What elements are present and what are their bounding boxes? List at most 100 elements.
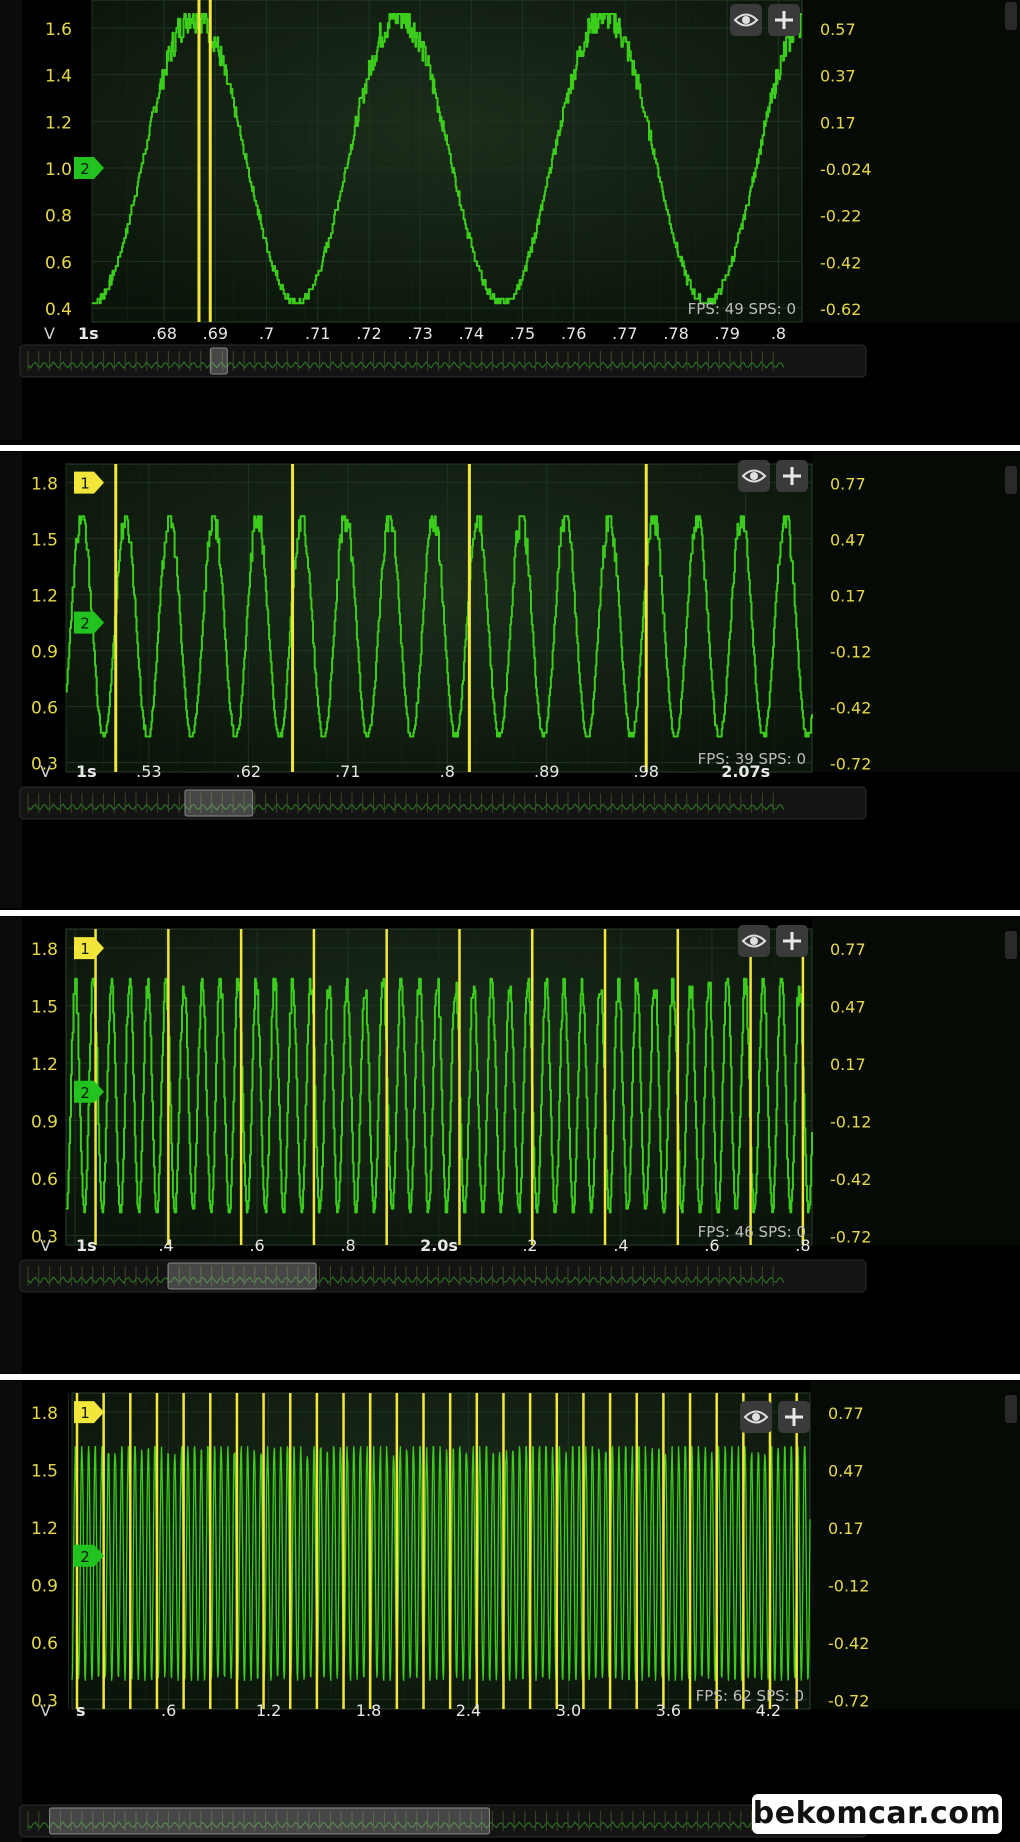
- y2-tick-label: 0.17: [830, 1055, 866, 1074]
- y2-tick-label: -0.12: [830, 1113, 871, 1132]
- y2-tick-label: -0.42: [820, 253, 861, 272]
- y-tick-label: 1.0: [45, 160, 72, 180]
- y-tick-label: 1.4: [45, 67, 72, 87]
- y-tick-label: 0.6: [31, 699, 58, 719]
- y2-tick-label: -0.42: [828, 1634, 869, 1653]
- x-tick-label: 1.8: [356, 1701, 381, 1720]
- y-tick-label: 1.2: [31, 1519, 58, 1539]
- y2-tick-label: -0.72: [828, 1691, 869, 1710]
- scope-chart-3[interactable]: 0.30.60.91.21.51.8-0.72-0.42-0.120.170.4…: [0, 917, 1020, 1377]
- x-tick-label: .98: [633, 762, 658, 781]
- overview-scrollbar[interactable]: [19, 344, 867, 378]
- unit-label: V: [40, 1701, 51, 1720]
- y2-tick-label: -0.42: [830, 1170, 871, 1189]
- x-tick-label: 1s: [78, 324, 99, 343]
- frame-left: [0, 1381, 22, 1842]
- scrollbar-thumb[interactable]: [184, 789, 254, 817]
- scope-chart-4[interactable]: 0.30.60.91.21.51.8-0.72-0.42-0.120.170.4…: [0, 1381, 1020, 1842]
- marker-label: 1: [80, 1404, 90, 1422]
- separator: [0, 445, 1020, 451]
- view-button[interactable]: [738, 460, 770, 492]
- scope-chart-2[interactable]: 0.30.60.91.21.51.8-0.72-0.42-0.120.170.4…: [0, 452, 1020, 908]
- scope-panel-2: 0.3 0.6 0.9 1.2 1.5 1.8 -0.72 -0.42 -0.12 0.17 0.4…: [0, 452, 1020, 908]
- y-tick-label: 1.2: [31, 1055, 58, 1075]
- scrollbar-thumb[interactable]: [167, 1262, 317, 1290]
- add-button[interactable]: [778, 1401, 810, 1433]
- marker-label: 2: [80, 1084, 90, 1102]
- view-button[interactable]: [730, 4, 762, 36]
- x-tick-label: 2.0s: [420, 1236, 458, 1255]
- overview-scrollbar[interactable]: [19, 786, 867, 820]
- x-tick-label: 2.4: [456, 1701, 481, 1720]
- frame-left: [0, 917, 22, 1377]
- grid: [66, 929, 812, 1245]
- frame-right: [812, 917, 1020, 1245]
- x-tick-label: .89: [534, 762, 559, 781]
- y-tick-label: 1.8: [31, 1404, 58, 1424]
- y-tick-label: 1.8: [31, 475, 58, 495]
- y-tick-label: 0.8: [45, 207, 72, 227]
- x-tick-label: .69: [203, 324, 228, 343]
- x-tick-label: .68: [151, 324, 176, 343]
- overview-scrollbar[interactable]: [19, 1259, 867, 1293]
- y-tick-label: 1.5: [31, 531, 58, 551]
- side-tab[interactable]: [1005, 2, 1017, 30]
- x-tick-label: .6: [161, 1701, 176, 1720]
- x-tick-label: 1s: [76, 1236, 97, 1255]
- scope-chart-1[interactable]: 0.4 0.6 0.8 1.0 1.2 1.4 1.6 -0.62 -0.42 -0.22 -0.0…: [0, 0, 1020, 440]
- scope-panel-4: 0.3 0.6 0.9 1.2 1.5 1.8 -0.72 -0.42 -0.12 0.17 0.4…: [0, 1381, 1020, 1842]
- eye-pupil: [750, 472, 758, 480]
- y2-tick-label: 0.47: [828, 1462, 864, 1481]
- y-tick-label: 0.9: [31, 1113, 58, 1133]
- x-tick-label: 1.2: [256, 1701, 281, 1720]
- y2-tick-label: -0.024: [820, 160, 872, 179]
- scrollbar-thumb[interactable]: [49, 1807, 491, 1835]
- y-tick-label: 1.8: [31, 940, 58, 960]
- y-tick-label: 0.6: [31, 1170, 58, 1190]
- x-tick-label: .2: [522, 1236, 537, 1255]
- view-button[interactable]: [738, 925, 770, 957]
- add-button[interactable]: [768, 4, 800, 36]
- overview-scrollbar[interactable]: [19, 1804, 867, 1838]
- y-tick-label: 1.2: [31, 587, 58, 607]
- x-tick-label: .8: [771, 324, 786, 343]
- x-tick-label: .53: [136, 762, 161, 781]
- y2-tick-label: -0.42: [830, 699, 871, 718]
- separator: [0, 1374, 1020, 1380]
- x-tick-label: .6: [249, 1236, 264, 1255]
- x-tick-label: 3.0: [556, 1701, 581, 1720]
- side-tab[interactable]: [1005, 466, 1017, 494]
- y-tick-label: 0.9: [31, 1577, 58, 1597]
- y-tick-label: 1.5: [31, 1462, 58, 1482]
- y2-tick-label: 0.77: [830, 940, 866, 959]
- y2-tick-label: 0.47: [830, 531, 866, 550]
- scrollbar-thumb[interactable]: [209, 347, 228, 375]
- side-tab[interactable]: [1005, 931, 1017, 959]
- x-tick-label: .8: [440, 762, 455, 781]
- y-tick-label: 1.6: [45, 20, 72, 40]
- y2-tick-label: 0.77: [830, 475, 866, 494]
- frame-left: [0, 452, 22, 908]
- x-tick-label: .4: [158, 1236, 173, 1255]
- x-tick-label: .76: [561, 324, 586, 343]
- unit-label: V: [40, 1236, 51, 1255]
- x-tick-label: .71: [335, 762, 360, 781]
- add-button[interactable]: [776, 925, 808, 957]
- scope-panel-1: 0.4 0.6 0.8 1.0 1.2 1.4 1.6 -0.62 -0.42 -0.22 -0.0…: [0, 0, 1020, 440]
- y2-tick-label: -0.12: [830, 643, 871, 662]
- x-tick-label: .73: [407, 324, 432, 343]
- eye-pupil: [752, 1413, 760, 1421]
- add-button[interactable]: [776, 460, 808, 492]
- y-tick-label: 0.6: [45, 253, 72, 273]
- x-tick-label: .72: [356, 324, 381, 343]
- x-tick-label: .77: [612, 324, 637, 343]
- status-text: FPS: 46 SPS: 0: [698, 1223, 806, 1241]
- status-text: FPS: 49 SPS: 0: [688, 300, 796, 318]
- unit-label: V: [40, 762, 51, 781]
- side-tab[interactable]: [1005, 1395, 1017, 1423]
- x-tick-label: .75: [510, 324, 535, 343]
- frame-left: [0, 0, 22, 440]
- y2-tick-label: -0.72: [830, 755, 871, 774]
- y2-tick-label: 0.47: [830, 998, 866, 1017]
- view-button[interactable]: [740, 1401, 772, 1433]
